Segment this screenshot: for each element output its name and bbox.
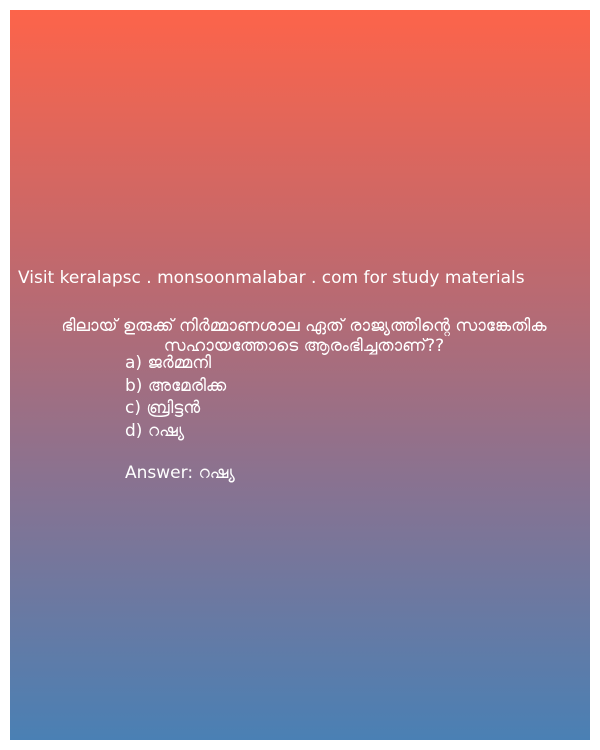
option-d: d) റഷ്യ	[125, 420, 185, 441]
visit-website-text: Visit keralapsc . monsoonmalabar . com f…	[18, 268, 525, 288]
options-list: a) ജർമ്മനി b) അമേരിക്ക c) ബ്രിട്ടൻ d) റഷ…	[125, 352, 226, 442]
answer-text: Answer: റഷ്യ	[125, 463, 235, 483]
option-c: c) ബ്രിട്ടൻ	[125, 398, 201, 418]
option-a: a) ജർമ്മനി	[125, 353, 212, 373]
question-text: ഭിലായ് ഉരുക്ക് നിർമ്മാണശാല ഏത് രാജ്യത്തി…	[61, 316, 547, 356]
option-b: b) അമേരിക്ക	[125, 375, 227, 396]
question-card: Visit keralapsc . monsoonmalabar . com f…	[10, 10, 590, 740]
